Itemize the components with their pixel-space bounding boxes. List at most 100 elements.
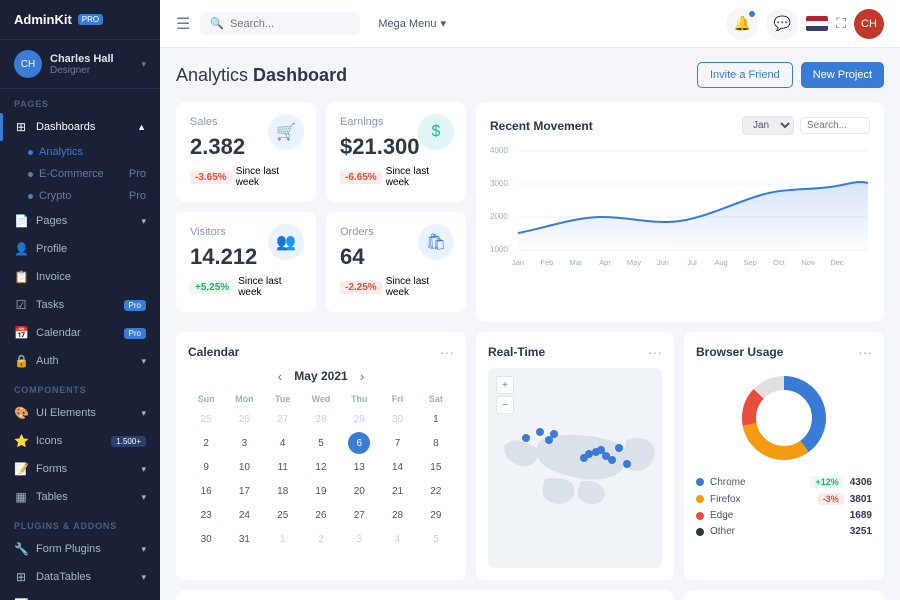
sidebar-user[interactable]: CH Charles Hall Designer ▾ xyxy=(0,40,160,89)
auth-arrow-icon: ▾ xyxy=(141,356,146,367)
cal-day-header: Fri xyxy=(379,392,415,406)
calendar-day[interactable]: 17 xyxy=(233,480,255,502)
avatar: CH xyxy=(14,50,42,78)
sidebar-item-dashboards[interactable]: ⊞ Dashboards ▲ xyxy=(0,113,160,141)
search-input[interactable] xyxy=(230,18,340,30)
calendar-day[interactable]: 16 xyxy=(195,480,217,502)
calendar-day[interactable]: 13 xyxy=(348,456,370,478)
calendar-day[interactable]: 25 xyxy=(272,504,294,526)
calendar-day[interactable]: 30 xyxy=(195,528,217,550)
megamenu-btn[interactable]: Mega Menu ▾ xyxy=(370,13,454,34)
language-flag[interactable] xyxy=(806,16,828,31)
calendar-day[interactable]: 18 xyxy=(272,480,294,502)
visitors-change-label: Since last week xyxy=(238,276,302,298)
calendar-day[interactable]: 28 xyxy=(387,504,409,526)
fullscreen-btn[interactable]: ⛶ xyxy=(836,15,846,32)
calendar-day[interactable]: 4 xyxy=(387,528,409,550)
calendar-day[interactable]: 27 xyxy=(348,504,370,526)
calendar-day[interactable]: 24 xyxy=(233,504,255,526)
calendar-day[interactable]: 22 xyxy=(425,480,447,502)
calendar-day[interactable]: 14 xyxy=(387,456,409,478)
calendar-day[interactable]: 20 xyxy=(348,480,370,502)
calendar-day[interactable]: 30 xyxy=(387,408,409,430)
sidebar-item-calendar[interactable]: 📅 Calendar Pro xyxy=(0,319,160,347)
sales-change-val: -3.65% xyxy=(190,171,232,184)
new-project-button[interactable]: New Project xyxy=(801,62,884,88)
map-zoom-in-btn[interactable]: + xyxy=(496,376,514,394)
calendar-day[interactable]: 5 xyxy=(425,528,447,550)
notifications-btn[interactable]: 🔔 xyxy=(726,8,758,40)
calendar-day[interactable]: 29 xyxy=(348,408,370,430)
calendar-day[interactable]: 2 xyxy=(195,432,217,454)
calendar-day[interactable]: 15 xyxy=(425,456,447,478)
chart-filter[interactable]: JanFebMar xyxy=(742,116,870,135)
sidebar-item-invoice[interactable]: 📋 Invoice xyxy=(0,263,160,291)
calendar-next-btn[interactable]: › xyxy=(360,368,365,384)
browser-name: Firefox xyxy=(710,494,810,505)
sidebar-sub-analytics[interactable]: Analytics xyxy=(0,141,160,163)
search-box[interactable]: 🔍 xyxy=(200,12,360,35)
hamburger-icon[interactable]: ☰ xyxy=(176,14,190,34)
calendar-day[interactable]: 8 xyxy=(425,432,447,454)
browser-dot-icon xyxy=(696,512,704,520)
pages-icon: 📄 xyxy=(14,214,28,228)
calendar-day[interactable]: 6 xyxy=(348,432,370,454)
calendar-day[interactable]: 21 xyxy=(387,480,409,502)
calendar-prev-btn[interactable]: ‹ xyxy=(278,368,283,384)
topnav: ☰ 🔍 Mega Menu ▾ 🔔 💬 ⛶ CH xyxy=(160,0,900,48)
top-row: 🛒 Sales 2.382 -3.65% Since last week $ E… xyxy=(176,102,884,322)
calendar-day[interactable]: 12 xyxy=(310,456,332,478)
chart-filter-select[interactable]: JanFebMar xyxy=(742,116,794,135)
chat-btn[interactable]: 💬 xyxy=(766,8,798,40)
invite-friend-button[interactable]: Invite a Friend xyxy=(697,62,793,88)
calendar-day[interactable]: 26 xyxy=(310,504,332,526)
sidebar-item-datatables[interactable]: ⊞ DataTables ▾ xyxy=(0,563,160,591)
calendar-day[interactable]: 2 xyxy=(310,528,332,550)
map-dot xyxy=(536,428,544,436)
sidebar-item-charts[interactable]: 📈 Charts ▾ xyxy=(0,591,160,600)
calendar-day[interactable]: 9 xyxy=(195,456,217,478)
calendar-day[interactable]: 28 xyxy=(310,408,332,430)
sidebar-sub-label-ecommerce: E-Commerce xyxy=(39,168,104,180)
sidebar-item-forms[interactable]: 📝 Forms ▾ xyxy=(0,455,160,483)
calendar-dots-btn[interactable]: ··· xyxy=(440,344,454,360)
calendar-day[interactable]: 1 xyxy=(425,408,447,430)
sidebar-item-profile[interactable]: 👤 Profile xyxy=(0,235,160,263)
map-zoom-out-btn[interactable]: − xyxy=(496,396,514,414)
sidebar-sub-crypto[interactable]: Crypto Pro xyxy=(0,185,160,207)
calendar-day[interactable]: 1 xyxy=(272,528,294,550)
user-avatar-btn[interactable]: CH xyxy=(854,9,884,39)
chart-search-input[interactable] xyxy=(800,117,870,134)
sidebar-item-pages[interactable]: 📄 Pages ▾ xyxy=(0,207,160,235)
calendar-day[interactable]: 26 xyxy=(233,408,255,430)
sidebar-item-icons[interactable]: ⭐ Icons 1.500+ xyxy=(0,427,160,455)
calendar-day[interactable]: 25 xyxy=(195,408,217,430)
calendar-day[interactable]: 3 xyxy=(233,432,255,454)
calendar-day[interactable]: 23 xyxy=(195,504,217,526)
svg-text:Feb: Feb xyxy=(541,258,554,267)
calendar-day[interactable]: 27 xyxy=(272,408,294,430)
sidebar-item-ui-elements[interactable]: 🎨 UI Elements ▾ xyxy=(0,399,160,427)
browser-dots-btn[interactable]: ··· xyxy=(858,344,872,360)
pages-arrow-icon: ▾ xyxy=(141,216,146,227)
orders-card-icon: 🛍 xyxy=(418,224,454,260)
recent-movement-card: Recent Movement JanFebMar 4000 3000 2000 xyxy=(476,102,884,322)
calendar-day[interactable]: 7 xyxy=(387,432,409,454)
calendar-day[interactable]: 29 xyxy=(425,504,447,526)
calendar-day[interactable]: 4 xyxy=(272,432,294,454)
calendar-day[interactable]: 5 xyxy=(310,432,332,454)
sidebar-item-tasks[interactable]: ☑ Tasks Pro xyxy=(0,291,160,319)
sidebar-item-auth[interactable]: 🔒 Auth ▾ xyxy=(0,347,160,375)
stat-cards: 🛒 Sales 2.382 -3.65% Since last week $ E… xyxy=(176,102,466,312)
sidebar-item-form-plugins[interactable]: 🔧 Form Plugins ▾ xyxy=(0,535,160,563)
sidebar-item-tables[interactable]: ▦ Tables ▾ xyxy=(0,483,160,511)
calendar-day[interactable]: 3 xyxy=(348,528,370,550)
calendar-day[interactable]: 31 xyxy=(233,528,255,550)
calendar-day[interactable]: 10 xyxy=(233,456,255,478)
realtime-dots-btn[interactable]: ··· xyxy=(648,344,662,360)
calendar-day[interactable]: 19 xyxy=(310,480,332,502)
calendar-day[interactable]: 11 xyxy=(272,456,294,478)
browser-change-badge: -3% xyxy=(818,493,844,505)
dashboards-arrow-icon: ▲ xyxy=(137,122,146,132)
sidebar-sub-ecommerce[interactable]: E-Commerce Pro xyxy=(0,163,160,185)
